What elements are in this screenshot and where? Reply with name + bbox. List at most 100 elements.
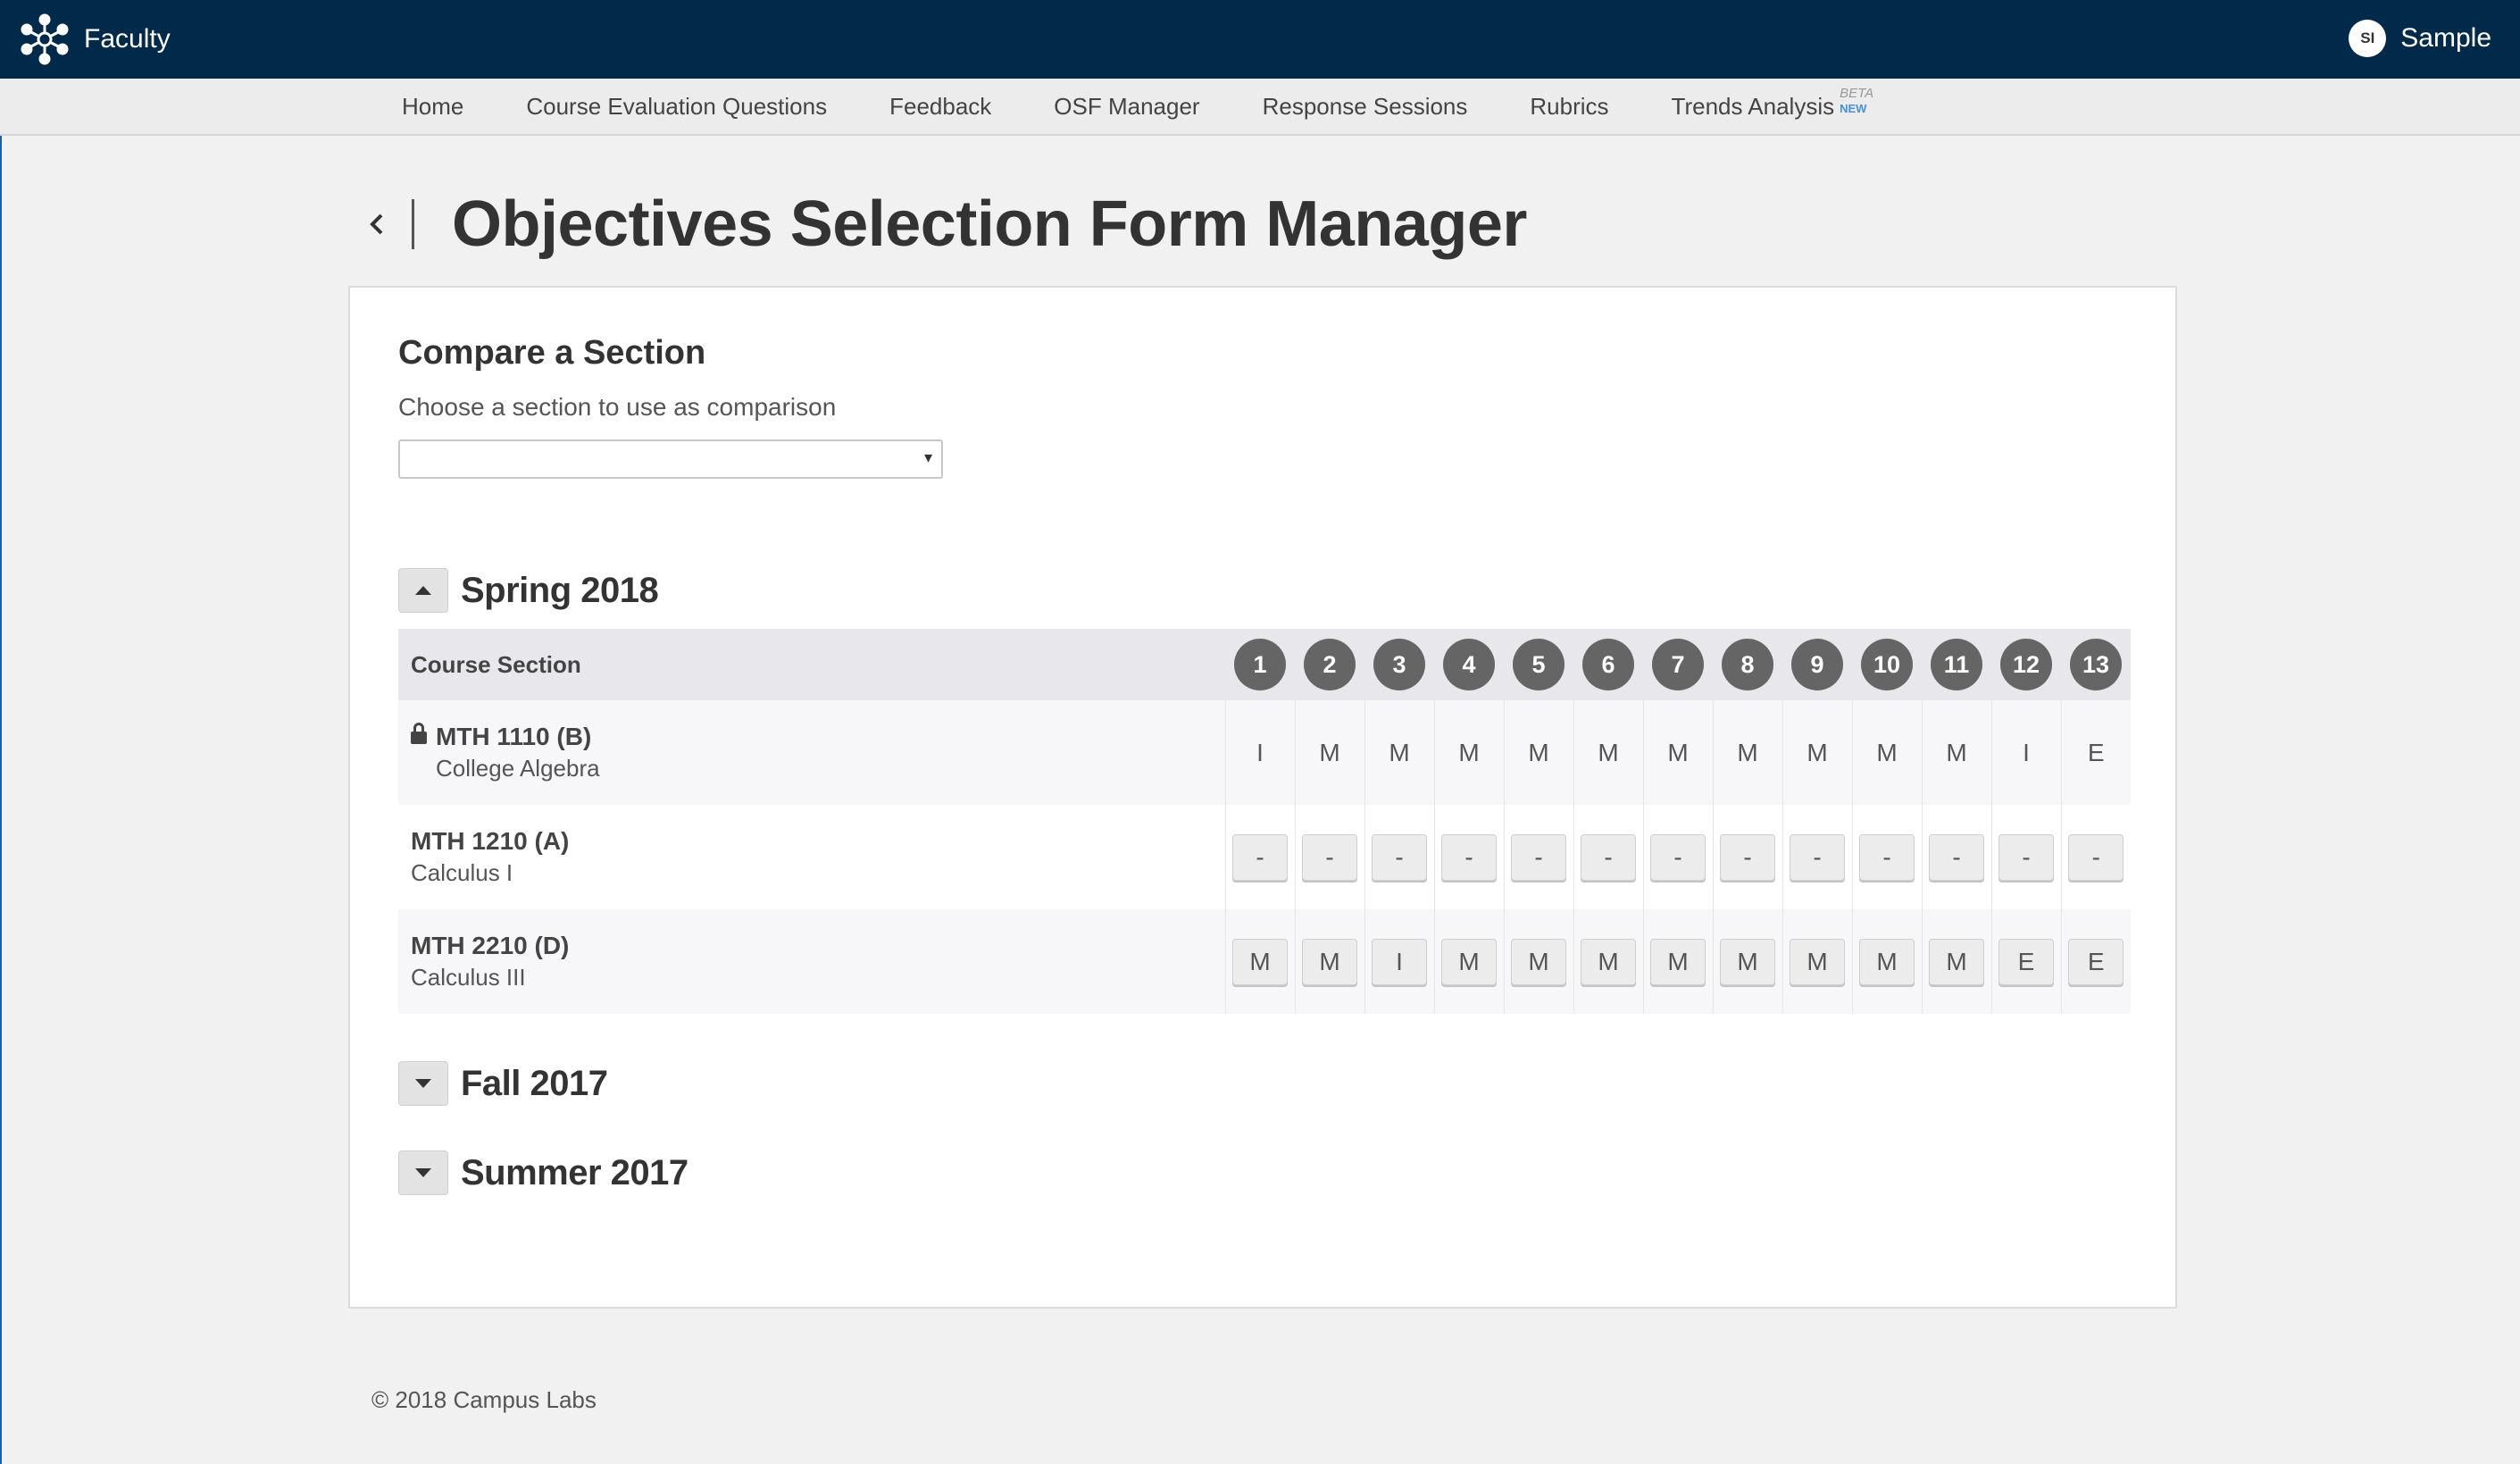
objective-cell: - bbox=[1364, 805, 1434, 909]
objective-cell: M bbox=[1782, 909, 1852, 1014]
term-label[interactable]: Fall 2017 bbox=[461, 1064, 608, 1104]
objective-rating-button[interactable]: M bbox=[1232, 938, 1288, 985]
left-edge-border bbox=[0, 136, 2, 1464]
course-section-cell: MTH 1110 (B) College Algebra bbox=[398, 700, 1225, 805]
objective-rating-button[interactable]: M bbox=[1859, 938, 1915, 985]
objective-cell: M bbox=[1921, 909, 1991, 1014]
objective-cell: M bbox=[1224, 909, 1295, 1014]
sections-table-spring-2018: Course Section 1 2 3 4 5 6 7 8 9 10 11 12 13 MTH 111… bbox=[398, 629, 2131, 1014]
objective-rating-button[interactable]: E bbox=[1998, 938, 2054, 985]
network-hub-icon[interactable] bbox=[18, 13, 71, 66]
objective-cell: - bbox=[1712, 805, 1782, 909]
caret-up-icon bbox=[415, 586, 431, 595]
objective-rating-button[interactable]: - bbox=[1720, 833, 1775, 881]
nav-home[interactable]: Home bbox=[402, 93, 463, 121]
objective-rating-button[interactable]: - bbox=[1511, 833, 1566, 881]
objective-column-header: 9 bbox=[1782, 629, 1852, 700]
nav-osf-manager[interactable]: OSF Manager bbox=[1054, 93, 1199, 121]
objective-cell: M bbox=[1712, 700, 1782, 805]
objective-rating-button[interactable]: - bbox=[1790, 833, 1845, 881]
objective-column-header: 6 bbox=[1573, 629, 1643, 700]
objective-number-badge: 9 bbox=[1791, 639, 1843, 690]
objective-rating-value: M bbox=[1946, 738, 1967, 766]
nav-response-sessions[interactable]: Response Sessions bbox=[1263, 93, 1468, 121]
objective-rating-button[interactable]: - bbox=[1998, 833, 2054, 881]
objective-rating-value: M bbox=[1528, 738, 1549, 766]
main-nav: Home Course Evaluation Questions Feedbac… bbox=[0, 79, 2520, 136]
objective-cell: M bbox=[1294, 700, 1364, 805]
objective-rating-button[interactable]: M bbox=[1790, 938, 1845, 985]
nav-trends-analysis-label: Trends Analysis bbox=[1671, 92, 1835, 120]
objective-rating-button[interactable]: - bbox=[1859, 833, 1915, 881]
objective-rating-button[interactable]: E bbox=[2068, 938, 2124, 985]
objective-rating-button[interactable]: - bbox=[1581, 833, 1636, 881]
objective-number-badge: 2 bbox=[1304, 639, 1356, 690]
objective-rating-button[interactable]: - bbox=[1302, 833, 1357, 881]
objective-column-header: 4 bbox=[1434, 629, 1504, 700]
objective-rating-button[interactable]: M bbox=[1441, 938, 1497, 985]
objective-cell: E bbox=[2060, 909, 2131, 1014]
objective-number-badge: 1 bbox=[1234, 639, 1286, 690]
objective-cell: M bbox=[1851, 700, 1922, 805]
page-header: Objectives Selection Form Manager bbox=[362, 188, 1527, 261]
objective-cell: E bbox=[2060, 700, 2131, 805]
course-name: College Algebra bbox=[436, 755, 600, 782]
objective-rating-value: M bbox=[1319, 738, 1340, 766]
objective-rating-button[interactable]: M bbox=[1650, 938, 1706, 985]
objective-rating-button[interactable]: M bbox=[1581, 938, 1636, 985]
objective-rating-button[interactable]: M bbox=[1929, 938, 1984, 985]
expand-fall-2017-button[interactable] bbox=[398, 1061, 448, 1106]
objective-cell: - bbox=[1851, 805, 1922, 909]
objective-number-badge: 11 bbox=[1931, 639, 1982, 690]
page-title: Objectives Selection Form Manager bbox=[452, 188, 1527, 260]
nav-rubrics[interactable]: Rubrics bbox=[1530, 93, 1608, 121]
term-label[interactable]: Spring 2018 bbox=[461, 571, 659, 611]
objective-rating-button[interactable]: - bbox=[1929, 833, 1984, 881]
table-header-row: Course Section 1 2 3 4 5 6 7 8 9 10 11 12 13 bbox=[398, 629, 2131, 700]
objective-rating-button[interactable]: M bbox=[1511, 938, 1566, 985]
term-label[interactable]: Summer 2017 bbox=[461, 1153, 688, 1193]
avatar[interactable]: SI bbox=[2349, 20, 2387, 57]
objective-rating-button[interactable]: - bbox=[1441, 833, 1497, 881]
nav-trends-analysis[interactable]: Trends Analysis BETA NEW bbox=[1671, 86, 1874, 121]
objective-rating-value: I bbox=[1256, 738, 1264, 766]
objective-cell: - bbox=[1782, 805, 1852, 909]
objective-rating-button[interactable]: - bbox=[2068, 833, 2124, 881]
lock-icon bbox=[411, 723, 427, 744]
objective-column-header: 12 bbox=[1991, 629, 2061, 700]
objective-rating-value: M bbox=[1807, 738, 1828, 766]
nav-feedback[interactable]: Feedback bbox=[889, 93, 991, 121]
table-row: MTH 2210 (D) Calculus III M M I M M M M M M M M E E bbox=[398, 909, 2131, 1014]
expand-summer-2017-button[interactable] bbox=[398, 1150, 448, 1195]
objective-rating-button[interactable]: - bbox=[1650, 833, 1706, 881]
objective-column-header: 2 bbox=[1295, 629, 1364, 700]
objective-rating-button[interactable]: M bbox=[1302, 938, 1357, 985]
nav-course-evaluation-questions[interactable]: Course Evaluation Questions bbox=[526, 93, 827, 121]
user-name[interactable]: Sample bbox=[2400, 23, 2491, 54]
footer-copyright: © 2018 Campus Labs bbox=[371, 1386, 597, 1413]
objective-number-badge: 10 bbox=[1861, 639, 1913, 690]
objective-cell: - bbox=[1921, 805, 1991, 909]
course-code: MTH 2210 (D) bbox=[411, 932, 570, 959]
collapse-spring-2018-button[interactable] bbox=[398, 568, 448, 613]
objective-cell: I bbox=[1990, 700, 2061, 805]
objective-rating-button[interactable]: - bbox=[1232, 833, 1288, 881]
objective-rating-value: M bbox=[1598, 738, 1619, 766]
objective-rating-value: M bbox=[1737, 738, 1758, 766]
objective-number-badge: 5 bbox=[1513, 639, 1565, 690]
objective-number-badge: 12 bbox=[2000, 639, 2052, 690]
app-name[interactable]: Faculty bbox=[84, 24, 171, 54]
objective-rating-button[interactable]: - bbox=[1372, 833, 1427, 881]
objective-rating-button[interactable]: M bbox=[1720, 938, 1775, 985]
objective-cell: M bbox=[1433, 700, 1504, 805]
compare-section-select[interactable]: ▾ bbox=[398, 439, 943, 479]
course-name: Calculus I bbox=[411, 859, 513, 886]
beta-new-badge: BETA NEW bbox=[1840, 86, 1873, 116]
chevron-left-icon[interactable] bbox=[362, 206, 392, 242]
top-bar: Faculty SI Sample bbox=[0, 0, 2520, 79]
user-menu[interactable]: SI Sample bbox=[2349, 20, 2491, 57]
compare-section-subtitle: Choose a section to use as comparison bbox=[398, 393, 837, 421]
header-divider bbox=[412, 199, 414, 249]
objective-cell: - bbox=[1503, 805, 1573, 909]
objective-rating-button[interactable]: I bbox=[1372, 938, 1427, 985]
